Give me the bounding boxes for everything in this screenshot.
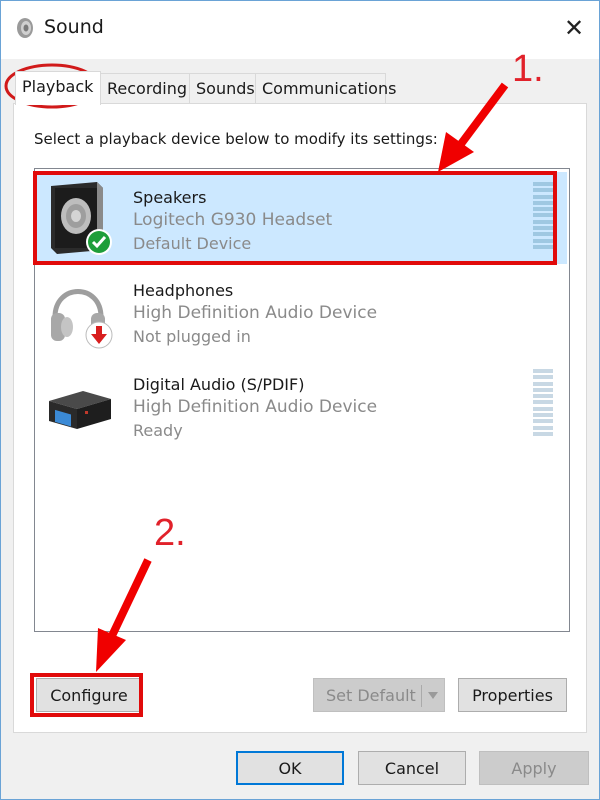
set-default-label: Set Default bbox=[326, 685, 416, 705]
cancel-button[interactable]: Cancel bbox=[358, 751, 466, 785]
tab-communications[interactable]: Communications bbox=[255, 73, 396, 104]
properties-button[interactable]: Properties bbox=[458, 678, 567, 712]
window-title: Sound bbox=[44, 16, 104, 38]
sound-dialog: Sound ✕ Playback Recording Sounds Commun… bbox=[0, 0, 600, 800]
playback-panel: Select a playback device below to modify… bbox=[13, 103, 587, 733]
device-headphones[interactable]: Headphones High Definition Audio Device … bbox=[37, 265, 567, 357]
close-icon: ✕ bbox=[563, 14, 585, 42]
volume-level-meter bbox=[533, 369, 553, 441]
apply-button[interactable]: Apply bbox=[479, 751, 589, 785]
speaker-icon bbox=[51, 182, 112, 255]
instruction-text: Select a playback device below to modify… bbox=[34, 130, 438, 148]
tab-playback[interactable]: Playback bbox=[15, 71, 101, 105]
device-name: Digital Audio (S/PDIF) bbox=[133, 375, 305, 394]
speaker-icon bbox=[17, 18, 33, 38]
device-status: Ready bbox=[133, 421, 183, 440]
title-bar: Sound ✕ bbox=[1, 1, 599, 59]
volume-level-meter bbox=[533, 182, 553, 254]
digital-audio-device-icon bbox=[49, 391, 111, 429]
set-default-button[interactable]: Set Default bbox=[313, 678, 445, 712]
close-button[interactable]: ✕ bbox=[559, 13, 589, 43]
chevron-down-icon[interactable] bbox=[428, 692, 438, 699]
device-speakers[interactable]: Speakers Logitech G930 Headset Default D… bbox=[37, 172, 567, 264]
device-name: Headphones bbox=[133, 281, 234, 300]
configure-button[interactable]: Configure bbox=[36, 678, 142, 712]
device-status: Not plugged in bbox=[133, 327, 251, 346]
device-description: Logitech G930 Headset bbox=[133, 210, 333, 230]
device-description: High Definition Audio Device bbox=[133, 303, 378, 323]
headphones-icon bbox=[51, 289, 113, 349]
device-name: Speakers bbox=[133, 188, 207, 207]
ok-button[interactable]: OK bbox=[236, 751, 344, 785]
tab-sounds[interactable]: Sounds bbox=[189, 73, 256, 104]
device-description: High Definition Audio Device bbox=[133, 397, 378, 417]
device-list[interactable]: Speakers Logitech G930 Headset Default D… bbox=[34, 168, 570, 632]
device-status: Default Device bbox=[133, 234, 252, 253]
device-digital-audio[interactable]: Digital Audio (S/PDIF) High Definition A… bbox=[37, 359, 567, 451]
split-divider bbox=[421, 685, 422, 707]
tab-recording[interactable]: Recording bbox=[100, 73, 190, 104]
